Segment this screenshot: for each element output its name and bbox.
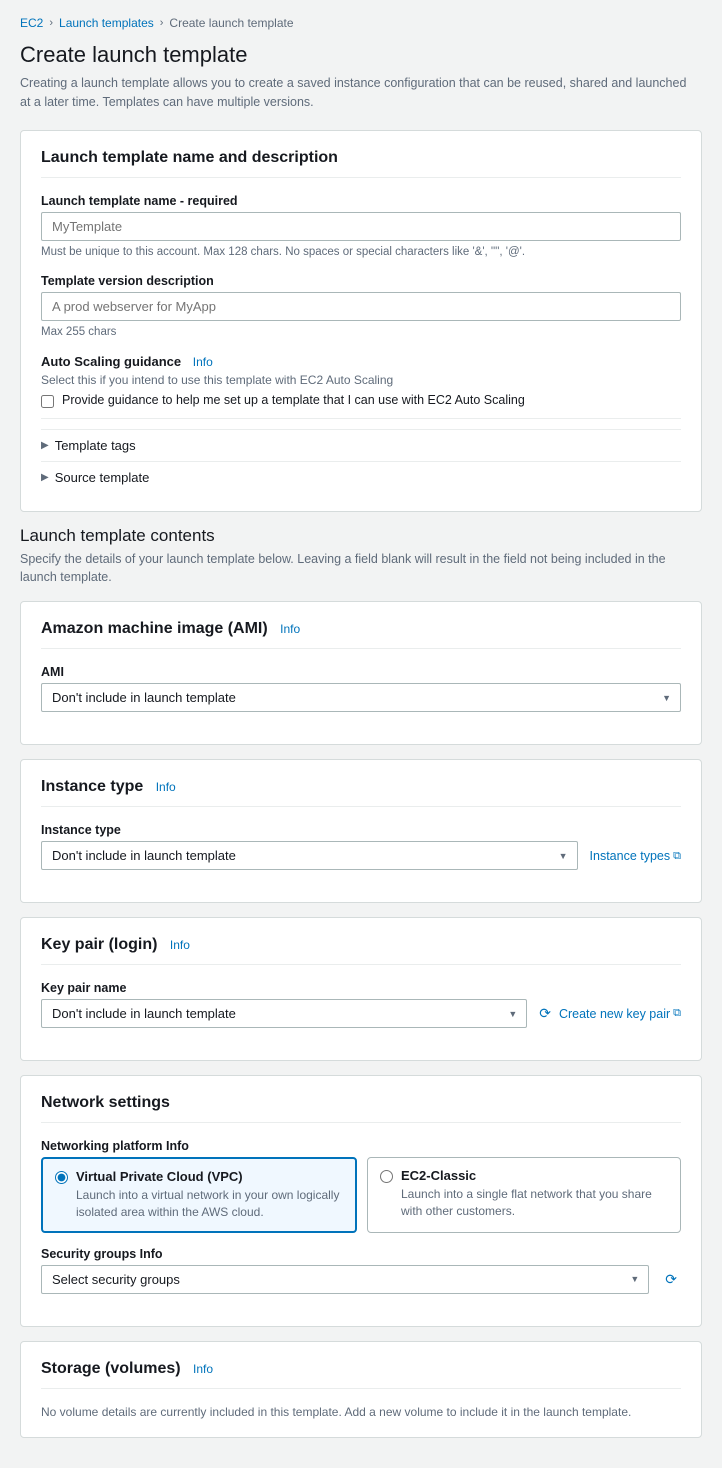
breadcrumb-current: Create launch template — [169, 16, 293, 30]
ami-card: Amazon machine image (AMI) Info AMI Don'… — [20, 601, 702, 745]
template-version-label: Template version description — [41, 274, 681, 288]
external-link-icon: ⧉ — [673, 850, 681, 863]
instance-type-row: Don't include in launch template Instanc… — [41, 841, 681, 870]
security-groups-row: Select security groups ⟳ — [41, 1265, 681, 1294]
ec2-classic-radio[interactable] — [380, 1170, 393, 1183]
template-name-label: Launch template name - required — [41, 194, 681, 208]
contents-section-heading: Launch template contents — [20, 526, 702, 546]
ami-select-wrapper: Don't include in launch template — [41, 683, 681, 712]
network-settings-card: Network settings Networking platform Inf… — [20, 1075, 702, 1327]
security-groups-select-wrapper: Select security groups — [41, 1265, 649, 1294]
ami-label: AMI — [41, 665, 681, 679]
template-tags-row[interactable]: ▶ Template tags — [41, 429, 681, 461]
auto-scaling-checkbox-row: Provide guidance to help me set up a tem… — [41, 393, 681, 408]
ec2-classic-option-title: EC2-Classic — [401, 1168, 668, 1183]
instance-type-info-link[interactable]: Info — [156, 780, 176, 794]
security-groups-info-link[interactable]: Info — [140, 1247, 163, 1261]
vpc-option[interactable]: Virtual Private Cloud (VPC) Launch into … — [41, 1157, 357, 1233]
vpc-option-desc: Launch into a virtual network in your ow… — [76, 1187, 343, 1221]
instance-type-select-wrapper: Don't include in launch template — [41, 841, 578, 870]
vpc-radio[interactable] — [55, 1171, 68, 1184]
source-template-arrow: ▶ — [41, 472, 49, 483]
page-title: Create launch template — [20, 42, 702, 68]
security-groups-refresh-button[interactable]: ⟳ — [661, 1265, 681, 1294]
instance-type-group: Instance type Don't include in launch te… — [41, 823, 681, 870]
template-name-group: Launch template name - required Must be … — [41, 194, 681, 260]
storage-info-link[interactable]: Info — [193, 1362, 213, 1376]
networking-platform-info-link[interactable]: Info — [166, 1139, 189, 1153]
auto-scaling-section: Auto Scaling guidance Info Select this i… — [41, 354, 681, 408]
vpc-option-title: Virtual Private Cloud (VPC) — [76, 1169, 343, 1184]
network-settings-title: Network settings — [41, 1094, 681, 1123]
name-description-title: Launch template name and description — [41, 149, 681, 178]
breadcrumb-sep-1: › — [49, 17, 53, 29]
key-pair-select[interactable]: Don't include in launch template — [41, 999, 527, 1028]
template-name-input[interactable] — [41, 212, 681, 241]
ami-info-link[interactable]: Info — [280, 622, 300, 636]
storage-card: Storage (volumes) Info No volume details… — [20, 1341, 702, 1438]
source-template-row[interactable]: ▶ Source template — [41, 461, 681, 493]
key-pair-group: Key pair name Don't include in launch te… — [41, 981, 681, 1028]
create-key-pair-link[interactable]: Create new key pair ⧉ — [559, 1007, 681, 1021]
instance-types-link[interactable]: Instance types ⧉ — [590, 849, 681, 863]
template-tags-arrow: ▶ — [41, 440, 49, 451]
ami-title: Amazon machine image (AMI) Info — [41, 620, 681, 649]
key-pair-refresh-button[interactable]: ⟳ — [535, 999, 555, 1028]
name-description-card: Launch template name and description Lau… — [20, 130, 702, 512]
ami-group: AMI Don't include in launch template — [41, 665, 681, 712]
security-groups-label: Security groups Info — [41, 1247, 681, 1261]
auto-scaling-label: Auto Scaling guidance — [41, 354, 181, 369]
create-key-pair-icon: ⧉ — [673, 1007, 681, 1020]
instance-type-title: Instance type Info — [41, 778, 681, 807]
auto-scaling-checkbox-label: Provide guidance to help me set up a tem… — [62, 393, 525, 407]
template-tags-label: Template tags — [55, 438, 136, 453]
template-version-input[interactable] — [41, 292, 681, 321]
instance-type-select[interactable]: Don't include in launch template — [41, 841, 578, 870]
breadcrumb-ec2[interactable]: EC2 — [20, 16, 43, 30]
auto-scaling-checkbox[interactable] — [41, 395, 54, 408]
key-pair-title: Key pair (login) Info — [41, 936, 681, 965]
key-pair-actions: ⟳ Create new key pair ⧉ — [535, 999, 681, 1028]
contents-section-description: Specify the details of your launch templ… — [20, 550, 702, 588]
key-pair-info-link[interactable]: Info — [170, 938, 190, 952]
network-options: Virtual Private Cloud (VPC) Launch into … — [41, 1157, 681, 1233]
page-description: Creating a launch template allows you to… — [20, 74, 700, 112]
instance-type-card: Instance type Info Instance type Don't i… — [20, 759, 702, 903]
key-pair-card: Key pair (login) Info Key pair name Don'… — [20, 917, 702, 1061]
vpc-option-text: Virtual Private Cloud (VPC) Launch into … — [76, 1169, 343, 1221]
auto-scaling-desc: Select this if you intend to use this te… — [41, 373, 681, 387]
security-groups-select[interactable]: Select security groups — [41, 1265, 649, 1294]
storage-hint: No volume details are currently included… — [41, 1405, 681, 1419]
key-pair-row: Don't include in launch template ⟳ Creat… — [41, 999, 681, 1028]
template-version-group: Template version description Max 255 cha… — [41, 274, 681, 340]
source-template-label: Source template — [55, 470, 150, 485]
breadcrumb: EC2 › Launch templates › Create launch t… — [20, 16, 702, 30]
breadcrumb-sep-2: › — [160, 17, 164, 29]
instance-type-label: Instance type — [41, 823, 681, 837]
ec2-classic-option-text: EC2-Classic Launch into a single flat ne… — [401, 1168, 668, 1220]
auto-scaling-info-link[interactable]: Info — [193, 355, 213, 369]
storage-title: Storage (volumes) Info — [41, 1360, 681, 1389]
networking-platform-group: Networking platform Info Virtual Private… — [41, 1139, 681, 1233]
breadcrumb-launch-templates[interactable]: Launch templates — [59, 16, 154, 30]
ec2-classic-option[interactable]: EC2-Classic Launch into a single flat ne… — [367, 1157, 681, 1233]
ami-select[interactable]: Don't include in launch template — [41, 683, 681, 712]
ec2-classic-option-desc: Launch into a single flat network that y… — [401, 1186, 668, 1220]
networking-platform-label: Networking platform Info — [41, 1139, 681, 1153]
template-version-hint: Max 255 chars — [41, 324, 681, 340]
security-groups-group: Security groups Info Select security gro… — [41, 1247, 681, 1294]
template-name-hint: Must be unique to this account. Max 128 … — [41, 244, 681, 260]
key-pair-select-wrapper: Don't include in launch template — [41, 999, 527, 1028]
key-pair-label: Key pair name — [41, 981, 681, 995]
